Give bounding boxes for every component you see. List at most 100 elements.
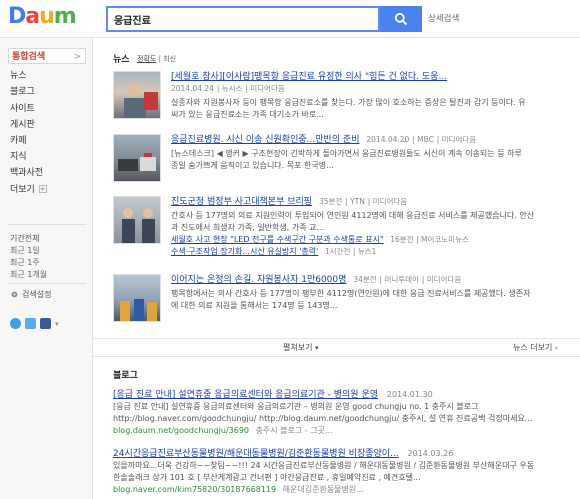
- logo-letter-a: a: [25, 4, 40, 29]
- news-body: 이어지는 온정의 손길. 자원봉사자 1만6000명 34분전 | 머니투데이 …: [171, 274, 571, 312]
- advanced-search-link[interactable]: 상세검색: [428, 12, 459, 24]
- nav-item-blog[interactable]: 블로그: [8, 84, 86, 100]
- news-source[interactable]: YTN: [350, 197, 365, 206]
- news-body: [세월호 참사][이사람]팽목항 응급진료 유정한 의사 "힘든 건 없다. 도…: [171, 71, 571, 121]
- period-title[interactable]: 기간전체: [10, 233, 39, 244]
- blog-title-line: [응급 진료 안내] 설연휴중 응급의료센터와 응급의료기관 - 병의원 운영 …: [113, 389, 578, 401]
- news-title-link[interactable]: 응급진료병원. 시신 이송 신원확인중...만반의 준비: [171, 135, 360, 145]
- news-source[interactable]: 뉴시스: [222, 84, 243, 93]
- blog-url[interactable]: blog.daum.net/goodchungju/3690: [113, 426, 249, 435]
- news-thumbnail[interactable]: [113, 274, 161, 322]
- nav-item-label: 통합검색: [12, 52, 46, 62]
- news-body: 응급진료병원. 시신 이송 신원확인중...만반의 준비 2014.04.20 …: [171, 134, 571, 172]
- chevron-right-icon: ›: [554, 344, 558, 352]
- facebook-icon[interactable]: [40, 318, 51, 329]
- news-thumbnail[interactable]: [113, 134, 161, 182]
- expand-news-button[interactable]: 펼쳐보기 ▾: [283, 342, 319, 353]
- news-title-link[interactable]: 진도군청 범정부 사고대책본부 브리핑: [171, 197, 312, 207]
- sort-accuracy[interactable]: 정확도: [137, 55, 156, 63]
- news-snippet: 팽목항에서는 의사 간호사 등 177명이 팽부한 4112명(연인원)에 대한…: [171, 289, 531, 298]
- news-snippet: [뉴스데스크] ◀ 앵커 ▶ 구조현장이 긴박하게 돌아가면서 응급진료병원들도…: [171, 149, 522, 158]
- logo-letter-u: u: [39, 4, 55, 29]
- mypeople-icon[interactable]: [10, 318, 21, 329]
- search-settings-link[interactable]: 검색설정: [10, 289, 51, 300]
- nav-item-cafe[interactable]: 카페: [8, 133, 86, 149]
- period-1month[interactable]: 최근 1개월: [10, 269, 47, 280]
- news-date: 34분전: [353, 275, 377, 284]
- blog-section-title: 블로그: [113, 371, 138, 381]
- period-1day[interactable]: 최근 1일: [10, 245, 40, 256]
- sort-latest[interactable]: 최신: [163, 55, 176, 63]
- nav-item-site[interactable]: 사이트: [8, 101, 86, 117]
- nav-item-board[interactable]: 게시판: [8, 117, 86, 133]
- related-news-link[interactable]: 세월호 사고 현장 "LED 전구를 수색구간 구분과 수색통로 표시": [171, 235, 384, 244]
- blog-title-line: 24시간응급진료부산동물병원/해운대동물병원/김준환동물병원 비장종양이... …: [113, 448, 578, 460]
- blog-snippet: 한솔솔래크 상가 101 호 [ 부산게계광고 건너편 ] 야간응급진료 , 휴…: [113, 473, 421, 482]
- blog-source[interactable]: 충주시 블로그 - 그곳...: [256, 426, 333, 435]
- news-media[interactable]: 미디어다음: [373, 197, 408, 206]
- related-news-source[interactable]: 뉴스1: [358, 247, 377, 256]
- news-title-line: 이어지는 온정의 손길. 자원봉사자 1만6000명 34분전 | 머니투데이 …: [171, 275, 462, 285]
- twitter-icon[interactable]: [25, 318, 36, 329]
- news-date: 2014.04.20: [366, 135, 410, 144]
- blog-date: 2014.03.26: [407, 449, 454, 458]
- plus-icon: +: [38, 184, 47, 193]
- news-media[interactable]: 미디어다음: [250, 84, 285, 93]
- related-news-date: 16분전: [390, 235, 414, 244]
- related-news: 수색·구조작업 장기화...시신 유실방지 '총력' 1시간전 | 뉴스1: [171, 247, 377, 256]
- results-main: 뉴스 정확도 | 최신 [세월호 참사][이사람]팽목항 응급진료 유정한 의사…: [93, 38, 580, 499]
- news-date: 35분전: [318, 197, 343, 206]
- news-title-link[interactable]: [세월호 참사][이사람]팽목항 응급진료 유정한 의사 "힘든 건 없다. 도…: [171, 71, 571, 83]
- sidebar: 통합검색 > 뉴스 블로그 사이트 게시판 카페 지식 백과사전 더보기 + 기간…: [0, 38, 93, 499]
- blog-item: 24시간응급진료부산동물병원/해운대동물병원/김준환동물병원 비장종양이... …: [113, 448, 578, 496]
- nav-item-news[interactable]: 뉴스: [8, 68, 86, 84]
- blog-title-link[interactable]: [응급 진료 안내] 설연휴중 응급의료센터와 응급의료기관 - 병의원 운영: [113, 390, 378, 400]
- news-thumbnail[interactable]: [113, 71, 161, 119]
- related-news-source[interactable]: M이코노미뉴스: [421, 235, 469, 244]
- news-media[interactable]: 미디어다음: [442, 135, 477, 144]
- gear-icon: [11, 291, 18, 298]
- news-thumbnail[interactable]: [113, 196, 161, 244]
- blog-snippet: [응급 진료 안내] 설연휴중 응급의료센터와 응급의료기관 – 병의원 운영 …: [113, 402, 479, 411]
- news-section-title: 뉴스: [113, 55, 130, 65]
- news-title-link[interactable]: 이어지는 온정의 손길. 자원봉사자 1만6000명: [171, 275, 346, 285]
- daum-logo[interactable]: Daum: [8, 4, 77, 30]
- logo-letter-m: m: [53, 4, 77, 29]
- nav-item-encyclopedia[interactable]: 백과사전: [8, 165, 86, 181]
- news-item: 응급진료병원. 시신 이송 신원확인중...만반의 준비 2014.04.20 …: [113, 134, 578, 182]
- news-more-label: 뉴스 더보기: [513, 343, 553, 352]
- blog-item: [응급 진료 안내] 설연휴중 응급의료센터와 응급의료기관 - 병의원 운영 …: [113, 389, 578, 437]
- news-title-line: 응급진료병원. 시신 이송 신원확인중...만반의 준비 2014.04.20 …: [171, 135, 477, 145]
- news-source[interactable]: MBC: [417, 135, 434, 144]
- nav-item-more[interactable]: 더보기 +: [8, 182, 86, 198]
- period-1week[interactable]: 최근 1주: [10, 257, 40, 268]
- top-bar: Daum 상세검색: [0, 0, 580, 38]
- nav-item-integrated[interactable]: 통합검색 >: [8, 48, 86, 65]
- news-more-link[interactable]: 뉴스 더보기 ›: [513, 342, 558, 353]
- news-source[interactable]: 머니투데이: [384, 275, 419, 284]
- news-snippet: 실종자와 자원봉사자 등이 팽목항 응급진료소를 찾는다. 가장 많이 호소하는…: [171, 98, 526, 107]
- chevron-down-icon[interactable]: ▾: [55, 320, 59, 328]
- news-sort: 정확도 | 최신: [137, 55, 177, 63]
- blog-title-link[interactable]: 24시간응급진료부산동물병원/해운대동물병원/김준환동물병원 비장종양이...: [113, 449, 399, 459]
- search-input[interactable]: [108, 8, 328, 30]
- related-news-link[interactable]: 수색·구조작업 장기화...시신 유실방지 '총력': [171, 247, 318, 256]
- blog-url-line: blog.daum.net/goodchungju/3690 충주시 블로그 -…: [113, 425, 578, 437]
- search-icon: [394, 12, 408, 26]
- settings-label: 검색설정: [22, 290, 52, 299]
- news-body: 진도군청 범정부 사고대책본부 브리핑 35분전 | YTN | 미디어다음 간…: [171, 196, 571, 258]
- blog-url[interactable]: blog.naver.com/kim75820/30187668119: [113, 485, 276, 494]
- chevron-down-icon: ▾: [315, 344, 319, 352]
- news-more-bar: 펼쳐보기 ▾ 뉴스 더보기 ›: [93, 338, 580, 354]
- nav-item-knowledge[interactable]: 지식: [8, 149, 86, 165]
- share-links: ▾: [10, 318, 59, 329]
- news-media[interactable]: 미디어다음: [427, 275, 462, 284]
- search-button[interactable]: [380, 6, 422, 32]
- category-nav: 통합검색 > 뉴스 블로그 사이트 게시판 카페 지식 백과사전 더보기 +: [8, 48, 86, 198]
- search-box: [106, 6, 380, 32]
- blog-snippet: 있을까마요...더욱 건강하~~찾팀~~!!! 24 시간응급진료부산동물병원 …: [113, 461, 535, 470]
- blog-source[interactable]: 해운대김준환동물병원...: [283, 485, 364, 494]
- news-date: 2014.04.24: [171, 84, 214, 93]
- news-snippet: 종일 숨가쁘게 움직이고 있습니다. 목포 한국병...: [171, 161, 334, 170]
- news-snippet: 간호사 등 177명의 의료 지원인력이 투입되어 연인원 4112명에 대해 …: [171, 211, 535, 220]
